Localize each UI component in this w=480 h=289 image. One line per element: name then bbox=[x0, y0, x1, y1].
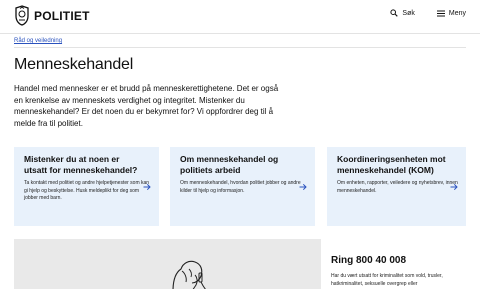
card-title: Om menneskehandel og politiets arbeid bbox=[180, 154, 279, 175]
arrow-right-icon bbox=[143, 183, 151, 191]
politiet-logo[interactable]: POLITIET bbox=[14, 5, 90, 26]
intro-paragraph: Handel med mennesker er et brudd på menn… bbox=[14, 84, 279, 128]
header-divider bbox=[0, 33, 480, 34]
menu-label: Meny bbox=[448, 9, 466, 17]
search-label: Søk bbox=[402, 9, 415, 17]
breadcrumb-link[interactable]: Råd og veiledning bbox=[14, 38, 62, 44]
ring-panel: Ring 800 40 008 Har du vært utsatt for k… bbox=[321, 239, 466, 289]
arrow-right-icon bbox=[299, 183, 307, 191]
card-kom[interactable]: Koordineringsenheten mot menneskehandel … bbox=[327, 147, 466, 226]
card-body: Om menneskehandel, hvordan politiet jobb… bbox=[180, 180, 301, 194]
card-body: Ta kontakt med politiet og andre hjelpet… bbox=[24, 180, 150, 201]
phone-illustration-panel bbox=[14, 239, 321, 289]
ring-description: Har du vært utsatt for kriminalitet som … bbox=[331, 273, 443, 287]
police-emblem-icon bbox=[15, 5, 29, 26]
site-header: POLITIET Søk Meny bbox=[0, 0, 480, 33]
person-on-phone-illustration bbox=[172, 260, 206, 289]
card-title: Koordineringsenheten mot menneskehandel … bbox=[337, 154, 446, 175]
card-mistenker[interactable]: Mistenker du at noen er utsatt for menne… bbox=[14, 147, 159, 226]
ring-phone-title[interactable]: Ring 800 40 008 bbox=[331, 255, 406, 266]
arrow-right-icon bbox=[450, 183, 458, 191]
menu-button[interactable]: Meny bbox=[436, 9, 466, 17]
card-om-menneskehandel[interactable]: Om menneskehandel og politiets arbeid Om… bbox=[170, 147, 315, 226]
hamburger-menu-icon bbox=[436, 10, 445, 16]
breadcrumb-divider bbox=[14, 47, 466, 48]
header-nav: Søk Meny bbox=[368, 9, 466, 17]
logo-text: POLITIET bbox=[34, 8, 90, 23]
search-button[interactable]: Søk bbox=[390, 9, 415, 17]
card-body: Om enheten, rapporter, veiledere og nyhe… bbox=[337, 180, 458, 194]
card-title: Mistenker du at noen er utsatt for menne… bbox=[24, 154, 138, 175]
search-icon bbox=[390, 9, 399, 17]
page-title: Menneskehandel bbox=[14, 56, 134, 73]
